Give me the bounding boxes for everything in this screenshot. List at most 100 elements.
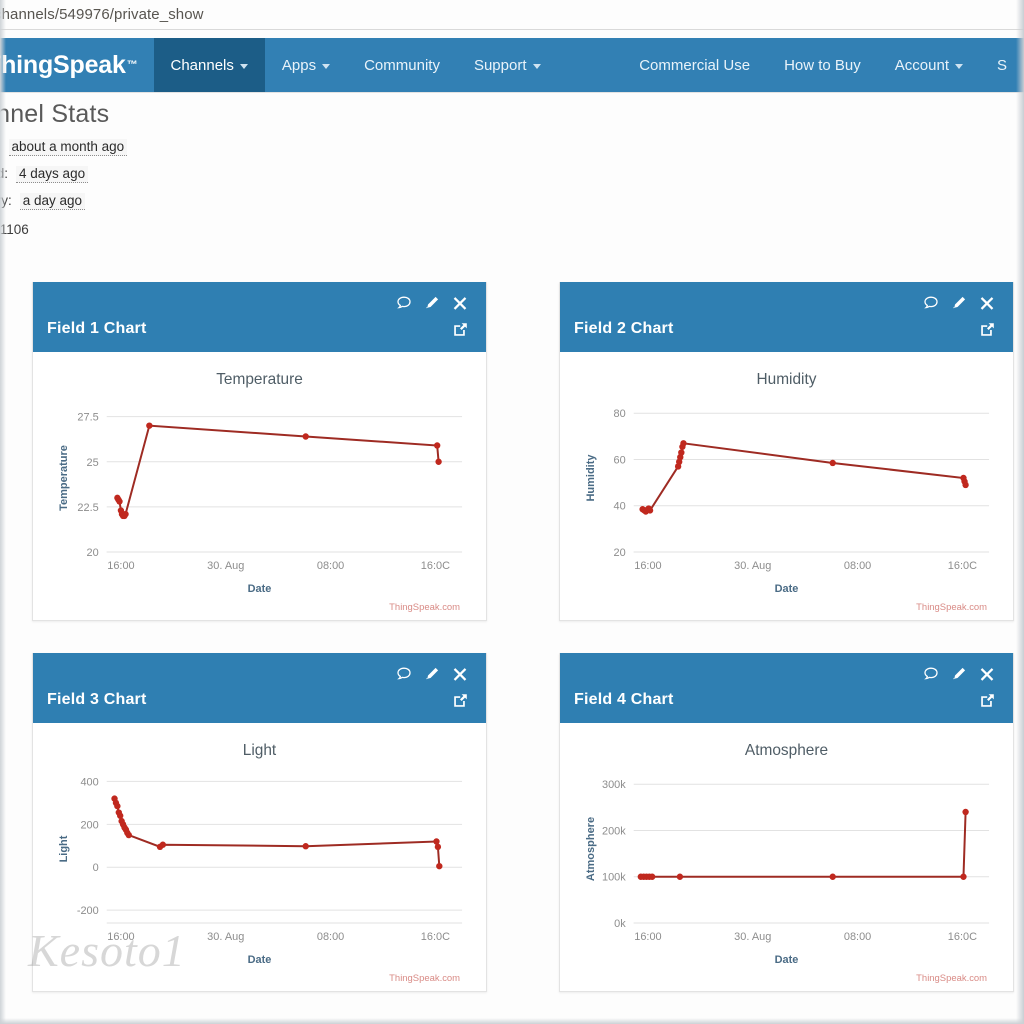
data-point [433, 838, 440, 845]
close-icon [453, 668, 467, 681]
nav-item-commercial-use[interactable]: Commercial Use [622, 38, 767, 92]
series-line [640, 811, 967, 878]
y-axis-tick-label: 0 [93, 862, 99, 874]
popout-button[interactable] [452, 692, 469, 709]
nav-item-how-to-buy[interactable]: How to Buy [767, 38, 878, 92]
field-chart-card: Field 4 Chart Atmosphere 0k 100k 200k 300k 16:… [559, 653, 1014, 992]
comment-icon [924, 667, 938, 680]
chart-container[interactable]: Atmosphere 0k 100k 200k 300k 16:00 30. Aug 08:0… [572, 733, 1001, 985]
data-point [433, 442, 441, 449]
card-header: Field 2 Chart [560, 282, 1013, 352]
nav-item-label: Commercial Use [639, 56, 751, 74]
chart-credit[interactable]: ThingSpeak.com [389, 973, 460, 984]
photo-edge-bottom [0, 1018, 1024, 1024]
chart-container[interactable]: Temperature 20 22.5 25 27.5 16:00 30. Aug 08:00… [45, 362, 474, 614]
popout-button[interactable] [979, 321, 996, 338]
close-button[interactable] [979, 295, 995, 311]
data-point [435, 458, 442, 465]
url-text: channels/549976/private_show [0, 6, 204, 23]
y-axis-tick-label: 40 [614, 501, 626, 513]
y-axis-title: Temperature [58, 445, 70, 511]
x-axis-tick-label: 08:00 [317, 560, 344, 572]
card-header: Field 1 Chart [33, 282, 486, 352]
edit-button[interactable] [951, 295, 967, 311]
close-button[interactable] [452, 666, 468, 682]
x-axis-tick-label: 30. Aug [207, 931, 244, 943]
photo-edge-right [1016, 0, 1024, 1024]
nav-item-label: Account [894, 56, 949, 74]
comment-button[interactable] [396, 295, 412, 311]
comment-button[interactable] [923, 666, 939, 682]
photo-edge-left [0, 0, 6, 1024]
x-axis-title: Date [248, 954, 272, 966]
chart-credit[interactable]: ThingSpeak.com [916, 973, 987, 984]
nav-item-label: Community [364, 56, 440, 74]
y-axis-tick-label: 0k [614, 918, 626, 930]
stat-value: 4 days ago [16, 166, 89, 183]
data-point [159, 841, 167, 848]
close-icon [980, 668, 994, 681]
nav-item-label: How to Buy [784, 56, 861, 74]
nav-item-account[interactable]: Account [878, 38, 980, 92]
card-tool-group [390, 661, 474, 713]
y-axis-tick-label: 200k [602, 825, 626, 837]
stat-row: ated:4 days ago [0, 166, 470, 183]
close-button[interactable] [979, 666, 995, 682]
nav-item-community[interactable]: Community [347, 38, 457, 92]
nav-item-channels[interactable]: Channels [153, 38, 265, 92]
series-line [116, 424, 440, 517]
y-axis-title: Light [58, 835, 70, 862]
nav-right-items: Commercial Use How to Buy Account S [622, 38, 1024, 92]
pencil-icon [953, 296, 966, 309]
data-point [676, 873, 684, 880]
comment-button[interactable] [923, 295, 939, 311]
y-axis-tick-label: 100k [602, 872, 626, 884]
field-chart-card: Field 2 Chart Humidity 20 40 60 80 16:00 30. Au… [559, 282, 1014, 621]
chart-credit[interactable]: ThingSpeak.com [389, 602, 460, 613]
comment-button[interactable] [396, 666, 412, 682]
x-axis-tick-label: 08:00 [844, 931, 871, 943]
comment-icon [397, 296, 411, 309]
stat-row: entry:a day ago [0, 193, 470, 210]
stat-value: a day ago [19, 193, 86, 210]
nav-item-label: Channels [170, 56, 234, 74]
edit-button[interactable] [951, 666, 967, 682]
page-root: channels/549976/private_show ThingSpeak™… [0, 0, 1024, 1024]
y-axis-title: Humidity [585, 454, 597, 502]
pencil-icon [426, 667, 439, 680]
y-axis-tick-label: 22.5 [77, 502, 98, 514]
chart-container[interactable]: Humidity 20 40 60 80 16:00 30. Aug 08:00 16:0C Da… [572, 362, 1001, 614]
x-axis-tick-label: 08:00 [844, 560, 871, 572]
nav-item-support[interactable]: Support [457, 38, 558, 92]
popout-button[interactable] [452, 321, 469, 338]
external-link-icon [980, 693, 994, 707]
card-tool-group [917, 661, 1001, 713]
edit-button[interactable] [424, 666, 440, 682]
chevron-down-icon [322, 63, 331, 69]
edit-button[interactable] [424, 295, 440, 311]
data-point [960, 873, 967, 880]
nav-item-apps[interactable]: Apps [265, 38, 347, 92]
chart-container[interactable]: Light -200 0 200 400 16:00 30. Aug 08:00 16:0C Da… [45, 733, 474, 985]
field-chart-card: Field 3 Chart Light -200 0 200 400 16:00 30. Au… [32, 653, 487, 992]
chart-credit[interactable]: ThingSpeak.com [916, 602, 987, 613]
y-axis-tick-label: 20 [614, 547, 626, 559]
browser-url-bar[interactable]: channels/549976/private_show [0, 0, 1024, 30]
popout-button[interactable] [979, 692, 996, 709]
y-axis-tick-label: -200 [77, 905, 99, 917]
data-point [678, 449, 685, 456]
thingspeak-logo[interactable]: ThingSpeak™ [0, 38, 154, 92]
chart-title: Humidity [757, 371, 817, 388]
main-navbar: ThingSpeak™ Channels Apps Community Support… [0, 38, 1024, 92]
x-axis-tick-label: 30. Aug [734, 931, 771, 943]
x-axis-tick-label: 16:0C [948, 931, 977, 943]
field-chart-card: Field 1 Chart Temperature 20 22.5 25 27.5 16:0… [32, 282, 487, 621]
y-axis-tick-label: 25 [87, 457, 99, 469]
external-link-icon [453, 322, 467, 336]
chart-title: Atmosphere [745, 742, 828, 759]
data-point [117, 812, 124, 819]
close-button[interactable] [452, 295, 468, 311]
card-body: Light -200 0 200 400 16:00 30. Aug 08:00 16:0C Da… [33, 723, 486, 991]
brand-text: ThingSpeak [0, 50, 126, 79]
chevron-down-icon [954, 63, 963, 69]
